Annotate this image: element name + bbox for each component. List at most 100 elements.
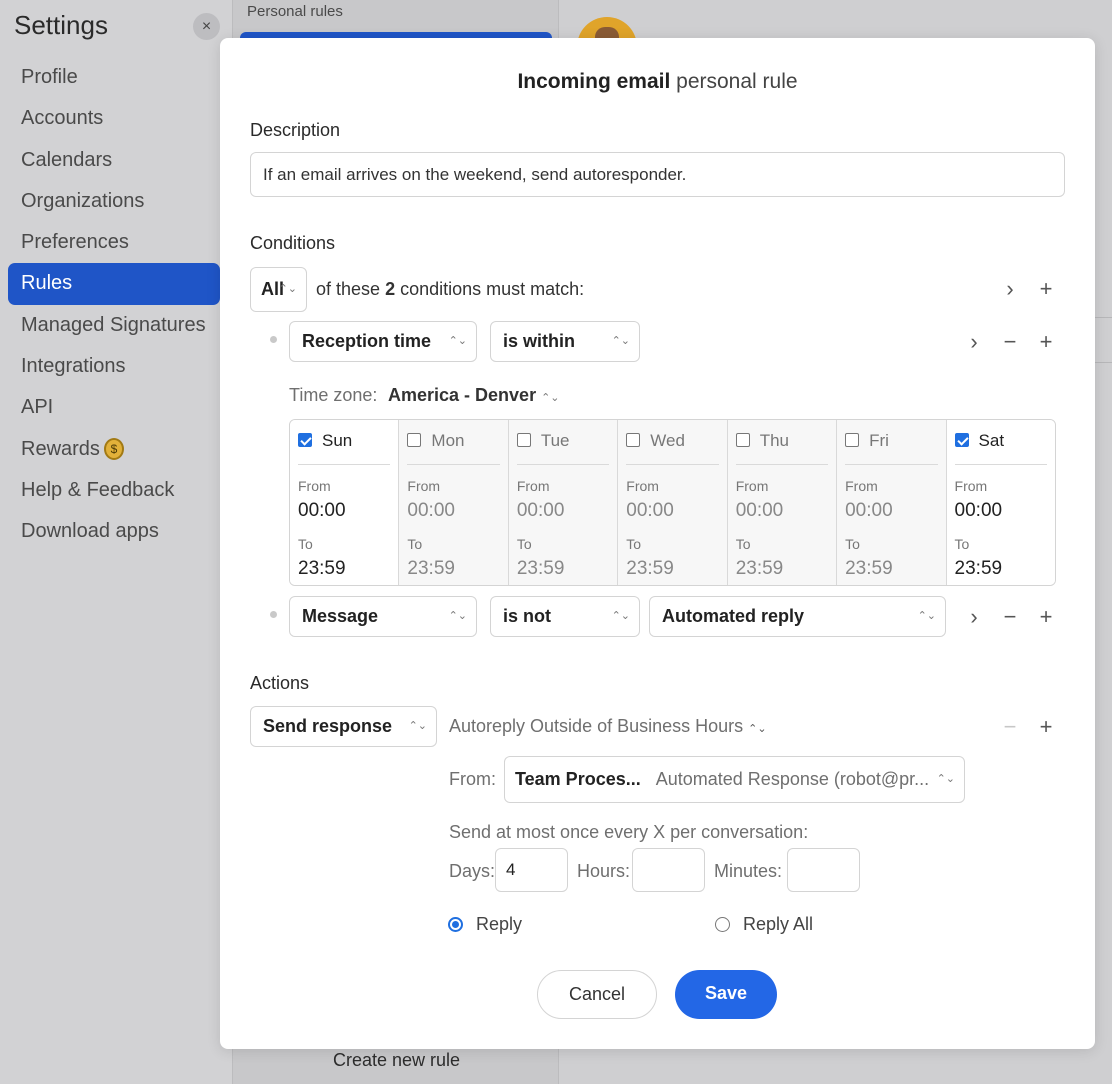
day-header[interactable]: Fri — [845, 431, 938, 465]
nav-item-rules[interactable]: Rules — [8, 263, 220, 305]
modal-title-bold: Incoming email — [517, 70, 671, 93]
to-time-input[interactable]: 23:59 — [955, 558, 1003, 580]
checkbox[interactable] — [626, 433, 641, 447]
checkbox[interactable] — [516, 433, 531, 447]
nav-item-rewards[interactable]: Rewards $ — [8, 429, 220, 470]
action-select[interactable]: Send response ⌃⌄ — [250, 706, 437, 747]
match-text-post: conditions must match: — [400, 279, 585, 299]
from-label: From — [516, 478, 550, 494]
match-select[interactable]: All ⌃⌄ — [250, 267, 307, 312]
day-header[interactable]: Thu — [735, 431, 829, 465]
chevron-updown-icon: ⌃⌄ — [278, 283, 297, 295]
to-time-input[interactable]: 23:59 — [298, 558, 346, 580]
to-label: To — [516, 536, 532, 552]
day-name: Tue — [540, 431, 570, 450]
sender-address: Automated Response (robot@pr... — [655, 769, 930, 789]
to-time-input[interactable]: 23:59 — [407, 558, 455, 580]
checkbox[interactable] — [298, 433, 312, 447]
day-header[interactable]: Tue — [516, 431, 610, 465]
from-time-input[interactable]: 00:00 — [736, 500, 784, 522]
condition1-operator-select[interactable]: is within ⌃⌄ — [490, 321, 640, 362]
save-button[interactable]: Save — [675, 970, 777, 1019]
from-time-input[interactable]: 00:00 — [517, 500, 565, 522]
condition2-field-select[interactable]: Message ⌃⌄ — [289, 596, 477, 637]
nav-item-integrations[interactable]: Integrations — [8, 346, 220, 387]
checkbox[interactable] — [407, 433, 422, 447]
nav-item-managed-signatures[interactable]: Managed Signatures — [8, 305, 220, 346]
money-bag-icon: $ — [103, 438, 124, 461]
condition2-operator-select[interactable]: is not ⌃⌄ — [490, 596, 640, 637]
checkbox[interactable] — [845, 433, 860, 447]
chevron-updown-icon: ⌃⌄ — [611, 335, 630, 347]
add-condition-icon[interactable]: + — [1035, 331, 1057, 353]
day-header[interactable]: Wed — [626, 431, 719, 465]
to-time-input[interactable]: 23:59 — [845, 558, 893, 580]
nav-item-preferences[interactable]: Preferences — [8, 222, 220, 263]
nav-item-accounts[interactable]: Accounts — [8, 98, 220, 139]
close-icon[interactable]: × — [193, 13, 220, 40]
from-time-input[interactable]: 00:00 — [845, 500, 893, 522]
checkbox[interactable] — [735, 433, 750, 447]
sender-select[interactable]: Team Proces... Automated Response (robot… — [504, 756, 965, 803]
day-column-sun: Sun From 00:00 To 23:59 — [290, 420, 400, 585]
day-header[interactable]: Mon — [407, 431, 500, 465]
from-time-input[interactable]: 00:00 — [955, 500, 1003, 522]
reply-radio[interactable]: Reply — [448, 914, 522, 935]
chevron-updown-icon: ⌃⌄ — [448, 335, 467, 347]
match-text: of these 2 conditions must match: — [316, 279, 584, 300]
chevron-updown-icon: ⌃⌄ — [748, 723, 767, 735]
day-column-mon: Mon From 00:00 To 23:59 — [399, 420, 509, 585]
template-select[interactable]: Autoreply Outside of Business Hours ⌃⌄ — [449, 716, 767, 737]
to-label: To — [845, 536, 860, 552]
from-label: From — [298, 478, 331, 494]
hours-input[interactable] — [632, 848, 705, 892]
nav-item-help-feedback[interactable]: Help & Feedback — [8, 470, 220, 511]
from-label: From — [407, 478, 441, 494]
chevron-right-icon[interactable]: › — [963, 606, 985, 628]
checkbox[interactable] — [954, 433, 969, 447]
condition1-field-select[interactable]: Reception time ⌃⌄ — [289, 321, 477, 362]
condition2-value-select[interactable]: Automated reply ⌃⌄ — [649, 596, 946, 637]
to-time-input[interactable]: 23:59 — [736, 558, 784, 580]
day-name: Thu — [759, 431, 789, 450]
days-input[interactable]: 4 — [495, 848, 568, 892]
from-label: From — [954, 478, 988, 494]
cancel-button[interactable]: Cancel — [537, 970, 657, 1019]
chevron-updown-icon: ⌃⌄ — [917, 610, 936, 622]
timezone-select[interactable]: America - Denver ⌃⌄ — [388, 385, 560, 406]
action-select-value: Send response — [263, 716, 393, 736]
add-condition-icon[interactable]: + — [1035, 278, 1057, 300]
day-name: Sat — [978, 431, 1005, 450]
nav-item-api[interactable]: API — [8, 387, 220, 428]
add-condition-icon[interactable]: + — [1035, 606, 1057, 628]
add-action-icon[interactable]: + — [1035, 716, 1057, 738]
to-time-input[interactable]: 23:59 — [626, 558, 674, 580]
day-column-sat: Sat From 00:00 To 23:59 — [946, 420, 1055, 585]
chevron-right-icon[interactable]: › — [999, 278, 1021, 300]
from-time-input[interactable]: 00:00 — [298, 500, 346, 522]
nav-item-organizations[interactable]: Organizations — [8, 181, 220, 222]
from-time-input[interactable]: 00:00 — [626, 500, 674, 522]
remove-condition-icon[interactable]: − — [999, 331, 1021, 353]
nav-item-profile[interactable]: Profile — [8, 57, 220, 98]
remove-condition-icon[interactable]: − — [999, 606, 1021, 628]
match-text-pre: of these — [316, 279, 381, 299]
chevron-right-icon[interactable]: › — [963, 331, 985, 353]
chevron-updown-icon: ⌃⌄ — [611, 610, 630, 622]
from-time-input[interactable]: 00:00 — [407, 500, 455, 522]
day-column-fri: Fri From 00:00 To 23:59 — [837, 420, 947, 585]
day-header[interactable]: Sun — [298, 431, 391, 465]
remove-action-icon[interactable]: − — [999, 716, 1021, 738]
nav-item-calendars[interactable]: Calendars — [8, 140, 220, 181]
to-label: To — [298, 536, 313, 552]
day-name: Mon — [431, 431, 465, 450]
to-time-input[interactable]: 23:59 — [517, 558, 565, 580]
condition-bullet — [270, 336, 277, 343]
to-label: To — [954, 536, 970, 552]
day-header[interactable]: Sat — [954, 431, 1047, 465]
description-input[interactable]: If an email arrives on the weekend, send… — [250, 152, 1065, 197]
reply-all-radio[interactable]: Reply All — [715, 914, 813, 935]
create-new-rule-button[interactable]: Create new rule — [233, 1050, 560, 1071]
minutes-input[interactable] — [787, 848, 860, 892]
nav-item-download-apps[interactable]: Download apps — [8, 511, 220, 552]
